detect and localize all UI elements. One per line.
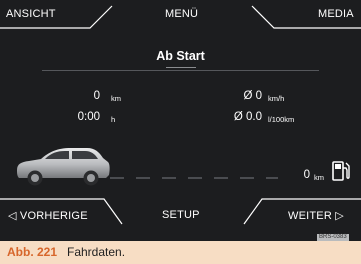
tab-media[interactable]: MEDIA [318,8,354,20]
tab-ansicht[interactable]: ANSICHT [6,8,56,20]
title-underline [166,67,196,68]
figure-number: Abb. 221 [7,245,58,259]
distance-value: 0 [93,90,100,102]
title-separator [42,70,319,71]
range-unit: km [314,173,324,182]
reference-code: BRS-0383 [317,234,349,241]
figure-caption-text: Fahrdaten. [67,245,126,259]
fuel-pump-icon [332,161,350,181]
setup-button[interactable]: SETUP [162,209,200,221]
range-dashed-line [110,177,278,179]
distance-unit: km [111,94,121,103]
avg-speed-unit: km/h [268,94,285,103]
figure-caption: Abb. 221 Fahrdaten. [0,241,361,264]
car-side-icon [17,148,110,186]
tab-menu[interactable]: MENÜ [165,8,198,20]
avg-consumption-value: Ø 0.0 [233,111,262,123]
time-unit: h [111,115,116,124]
next-button[interactable]: WEITER ▷ [288,209,344,222]
avg-speed-value: Ø 0 [243,90,262,102]
previous-button[interactable]: ◁ VORHERIGE [8,209,88,222]
range-value: 0 [303,169,310,181]
avg-consumption-unit: l/100km [268,115,295,124]
display-screen: ANSICHT MENÜ MEDIA Ab Start 0 km 0:00 h … [0,0,361,241]
time-value: 0:00 [77,111,100,123]
page-title: Ab Start [156,49,205,63]
